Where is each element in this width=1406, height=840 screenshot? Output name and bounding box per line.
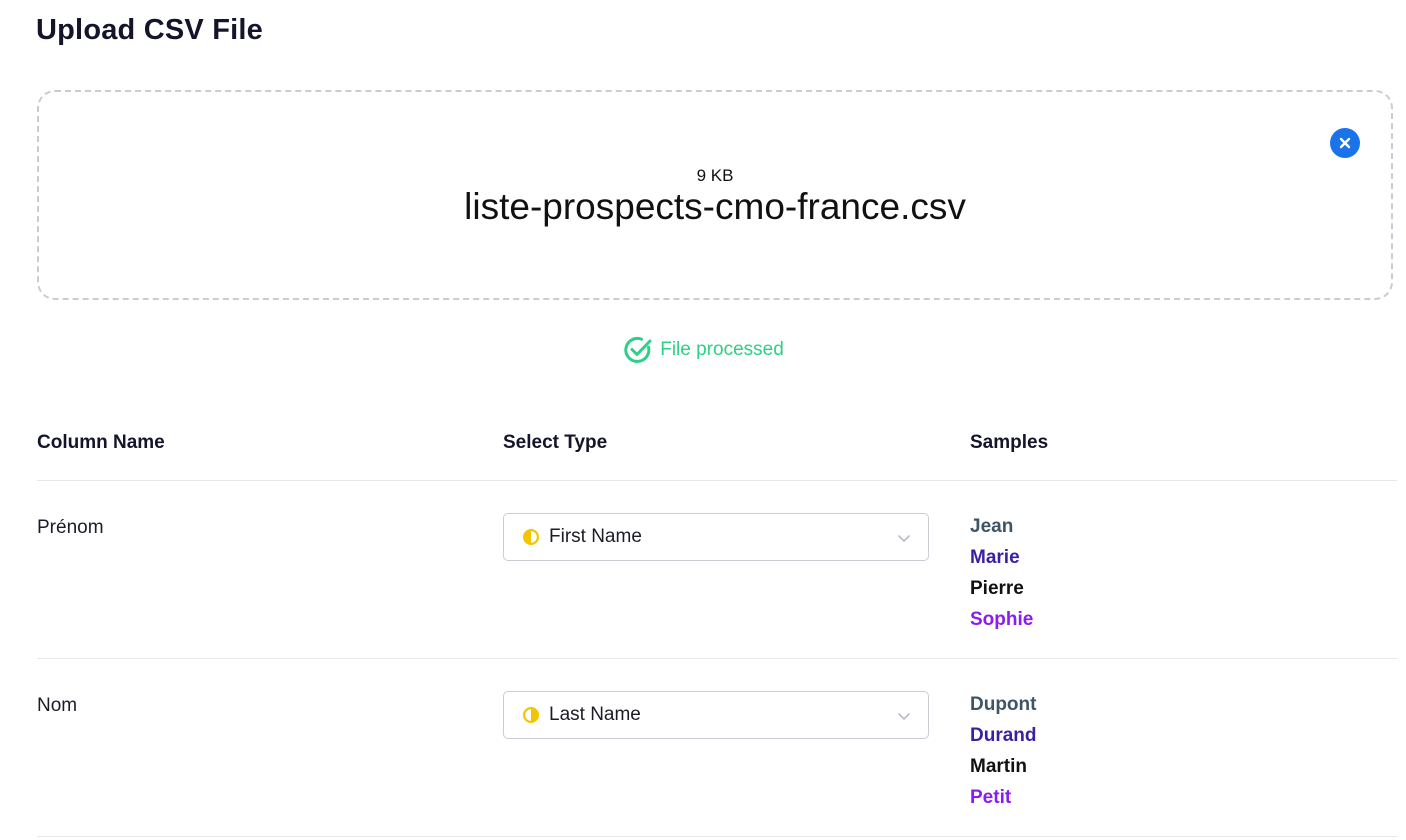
- table-row: Prénom First Name Jean Marie Pierre Soph…: [37, 481, 1397, 659]
- samples-list: Jean Marie Pierre Sophie: [970, 511, 1033, 635]
- upload-csv-page: Upload CSV File 9 KB liste-prospects-cmo…: [0, 0, 1406, 840]
- header-select-type: Select Type: [503, 432, 608, 453]
- half-circle-icon: [523, 707, 539, 723]
- type-select-value: Last Name: [549, 704, 641, 725]
- sample-value: Durand: [970, 725, 1037, 746]
- sample-value: Marie: [970, 547, 1020, 568]
- check-circle-icon: [624, 336, 652, 363]
- sample-value: Sophie: [970, 609, 1034, 630]
- column-name: Nom: [37, 695, 78, 716]
- sample-value: Martin: [970, 756, 1027, 777]
- sample-value: Dupont: [970, 694, 1037, 715]
- sample-value: Petit: [970, 787, 1012, 808]
- samples-list: Dupont Durand Martin Petit: [970, 689, 1037, 813]
- type-select[interactable]: Last Name: [503, 691, 929, 739]
- column-mapping-table: Column Name Select Type Samples Prénom F…: [37, 410, 1397, 837]
- sample-value: Jean: [970, 516, 1014, 537]
- header-column-name: Column Name: [37, 432, 165, 453]
- status-message: File processed: [0, 334, 1406, 366]
- remove-file-button[interactable]: [1330, 128, 1360, 158]
- half-circle-icon: [523, 529, 539, 545]
- column-name: Prénom: [37, 517, 104, 538]
- type-select[interactable]: First Name: [503, 513, 929, 561]
- header-samples: Samples: [970, 432, 1049, 453]
- chevron-down-icon: [898, 535, 910, 542]
- sample-value: Pierre: [970, 578, 1024, 599]
- table-header: Column Name Select Type Samples: [37, 410, 1397, 481]
- file-dropzone[interactable]: 9 KB liste-prospects-cmo-france.csv: [37, 90, 1393, 300]
- status-text: File processed: [660, 339, 784, 360]
- file-name: liste-prospects-cmo-france.csv: [464, 186, 966, 227]
- file-size: 9 KB: [696, 166, 734, 185]
- chevron-down-icon: [898, 713, 910, 720]
- close-icon: [1339, 137, 1351, 149]
- page-title: Upload CSV File: [36, 14, 263, 46]
- type-select-value: First Name: [549, 526, 642, 547]
- table-row: Nom Last Name Dupont Durand Martin Petit: [37, 659, 1397, 837]
